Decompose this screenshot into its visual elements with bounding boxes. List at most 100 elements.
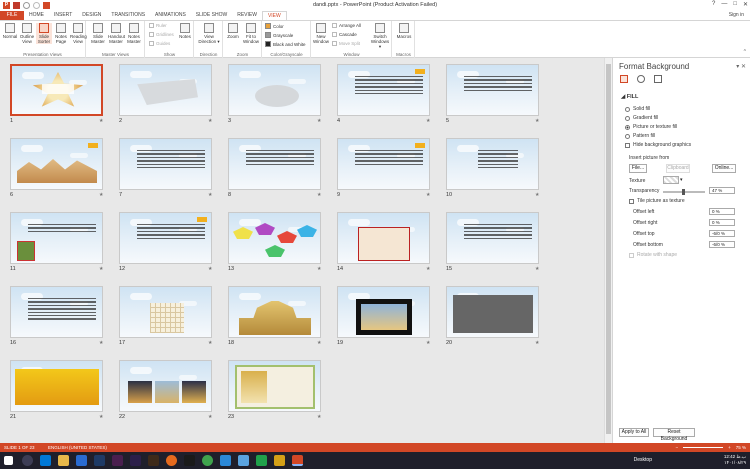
powerpoint-taskbar-icon[interactable] — [292, 455, 303, 466]
slide-thumbnail-9[interactable] — [337, 138, 430, 190]
transparency-slider-knob[interactable] — [682, 189, 685, 195]
texture-dropdown-icon[interactable]: ▾ — [680, 177, 683, 183]
zoom-slider[interactable] — [683, 447, 724, 448]
offset-left-spinner[interactable]: 0 % — [709, 208, 735, 215]
firefox-icon[interactable] — [166, 455, 177, 466]
slide-thumbnail-17[interactable] — [119, 286, 212, 338]
chrome-icon[interactable] — [202, 455, 213, 466]
slide-thumbnail-1[interactable] — [10, 64, 103, 116]
slide-thumbnail-11[interactable] — [10, 212, 103, 264]
slide-thumbnail-14[interactable] — [337, 212, 430, 264]
offset-top-spinner[interactable]: -6/0 % — [709, 230, 735, 237]
zoom-in-icon[interactable]: + — [728, 443, 731, 452]
telegram-icon[interactable] — [238, 455, 249, 466]
slide-thumbnail-4[interactable] — [337, 64, 430, 116]
slide-thumbnail-10[interactable] — [446, 138, 539, 190]
file-explorer-icon[interactable] — [58, 455, 69, 466]
transition-star-icon[interactable]: ★ — [426, 340, 430, 346]
maximize-button[interactable]: □ — [733, 1, 737, 8]
move-split-button[interactable]: Move Split — [332, 41, 360, 46]
transition-star-icon[interactable]: ★ — [426, 266, 430, 272]
gradient-fill-option[interactable]: Gradient fill — [625, 115, 658, 121]
color-button[interactable]: Color — [265, 23, 284, 29]
slide-thumbnail-7[interactable] — [119, 138, 212, 190]
macros-button[interactable]: Macros — [396, 23, 412, 39]
slide-thumbnail-6[interactable] — [10, 138, 103, 190]
desktop-toolbar-label[interactable]: Desktop — [634, 457, 652, 463]
excel-icon[interactable] — [256, 455, 267, 466]
store-icon[interactable] — [76, 455, 87, 466]
close-pane-icon[interactable]: ✕ — [741, 64, 746, 70]
minimize-button[interactable]: — — [721, 1, 727, 8]
grayscale-button[interactable]: Grayscale — [265, 32, 293, 38]
transition-star-icon[interactable]: ★ — [535, 266, 539, 272]
transition-star-icon[interactable]: ★ — [317, 340, 321, 346]
tab-slide-show[interactable]: SLIDE SHOW — [191, 11, 232, 20]
tab-animations[interactable]: ANIMATIONS — [150, 11, 191, 20]
tab-transitions[interactable]: TRANSITIONS — [106, 11, 150, 20]
rotate-with-shape-checkbox[interactable]: Rotate with shape — [629, 252, 677, 258]
transition-star-icon[interactable]: ★ — [208, 118, 212, 124]
windows-start-icon[interactable] — [4, 456, 13, 465]
tile-texture-checkbox[interactable]: Tile picture as texture — [629, 198, 685, 204]
premiere-icon[interactable] — [112, 455, 123, 466]
file-button[interactable]: File... — [629, 164, 647, 173]
media-player-icon[interactable] — [184, 455, 195, 466]
slide-thumbnail-23[interactable] — [228, 360, 321, 412]
switch-windows-button[interactable]: Switch Windows ▾ — [370, 23, 390, 49]
transition-star-icon[interactable]: ★ — [99, 414, 103, 420]
after-effects-icon[interactable] — [130, 455, 141, 466]
zoom-level[interactable]: 75 % — [736, 443, 746, 452]
normal-view-button[interactable]: Normal — [2, 23, 18, 39]
slide-thumbnail-20[interactable] — [446, 286, 539, 338]
transition-star-icon[interactable]: ★ — [317, 414, 321, 420]
notes-page-button[interactable]: Notes Page — [53, 23, 69, 44]
zoom-button[interactable]: Zoom — [225, 23, 241, 39]
transition-star-icon[interactable]: ★ — [208, 192, 212, 198]
sign-in-link[interactable]: Sign in — [729, 11, 744, 20]
slide-thumbnail-13[interactable] — [228, 212, 321, 264]
slide-thumbnail-3[interactable] — [228, 64, 321, 116]
hide-graphics-checkbox[interactable]: Hide background graphics — [625, 142, 691, 148]
black-white-button[interactable]: Black and White — [265, 41, 306, 47]
reading-view-button[interactable]: Reading View — [70, 23, 87, 44]
transparency-slider[interactable] — [663, 189, 705, 195]
edge-icon[interactable] — [40, 455, 51, 466]
system-clock[interactable]: 12:42 ب.ظ ۱۴۰۱/۰۸/۲۹ — [724, 454, 746, 466]
slide-thumbnail-19[interactable] — [337, 286, 430, 338]
transition-star-icon[interactable]: ★ — [535, 192, 539, 198]
word-icon[interactable] — [220, 455, 231, 466]
illustrator-icon[interactable] — [148, 455, 159, 466]
offset-bottom-spinner[interactable]: -6/0 % — [709, 241, 735, 248]
slide-thumbnail-18[interactable] — [228, 286, 321, 338]
reset-background-button[interactable]: Reset Background — [653, 428, 695, 442]
transition-star-icon[interactable]: ★ — [535, 118, 539, 124]
texture-picker[interactable] — [663, 176, 679, 184]
tab-insert[interactable]: INSERT — [49, 11, 77, 20]
slide-master-button[interactable]: Slide Master — [90, 23, 106, 44]
notes-master-button[interactable]: Notes Master — [126, 23, 142, 44]
vertical-scrollbar[interactable] — [604, 58, 612, 443]
picture-icon[interactable] — [654, 75, 662, 83]
picture-fill-option[interactable]: Picture or texture fill — [625, 124, 677, 130]
slide-thumbnail-21[interactable] — [10, 360, 103, 412]
slide-thumbnail-2[interactable] — [119, 64, 212, 116]
transition-star-icon[interactable]: ★ — [99, 266, 103, 272]
tab-file[interactable]: FILE — [0, 11, 24, 20]
search-icon[interactable] — [22, 455, 33, 466]
transparency-spinner[interactable]: 47 % — [709, 187, 735, 194]
transition-star-icon[interactable]: ★ — [426, 118, 430, 124]
pattern-fill-option[interactable]: Pattern fill — [625, 133, 655, 139]
view-direction-button[interactable]: View Direction ▾ — [197, 23, 221, 44]
pane-options-icon[interactable]: ▾ — [736, 64, 739, 70]
cascade-button[interactable]: Cascade — [332, 32, 357, 37]
effects-pentagon-icon[interactable] — [637, 75, 645, 83]
tab-design[interactable]: DESIGN — [77, 11, 106, 20]
outline-view-button[interactable]: Outline View — [19, 23, 35, 44]
folder-icon[interactable] — [274, 455, 285, 466]
notes-button[interactable]: Notes — [177, 23, 193, 39]
gridlines-checkbox[interactable]: Gridlines — [149, 32, 174, 37]
slide-thumbnail-12[interactable] — [119, 212, 212, 264]
transition-star-icon[interactable]: ★ — [317, 192, 321, 198]
transition-star-icon[interactable]: ★ — [99, 118, 103, 124]
